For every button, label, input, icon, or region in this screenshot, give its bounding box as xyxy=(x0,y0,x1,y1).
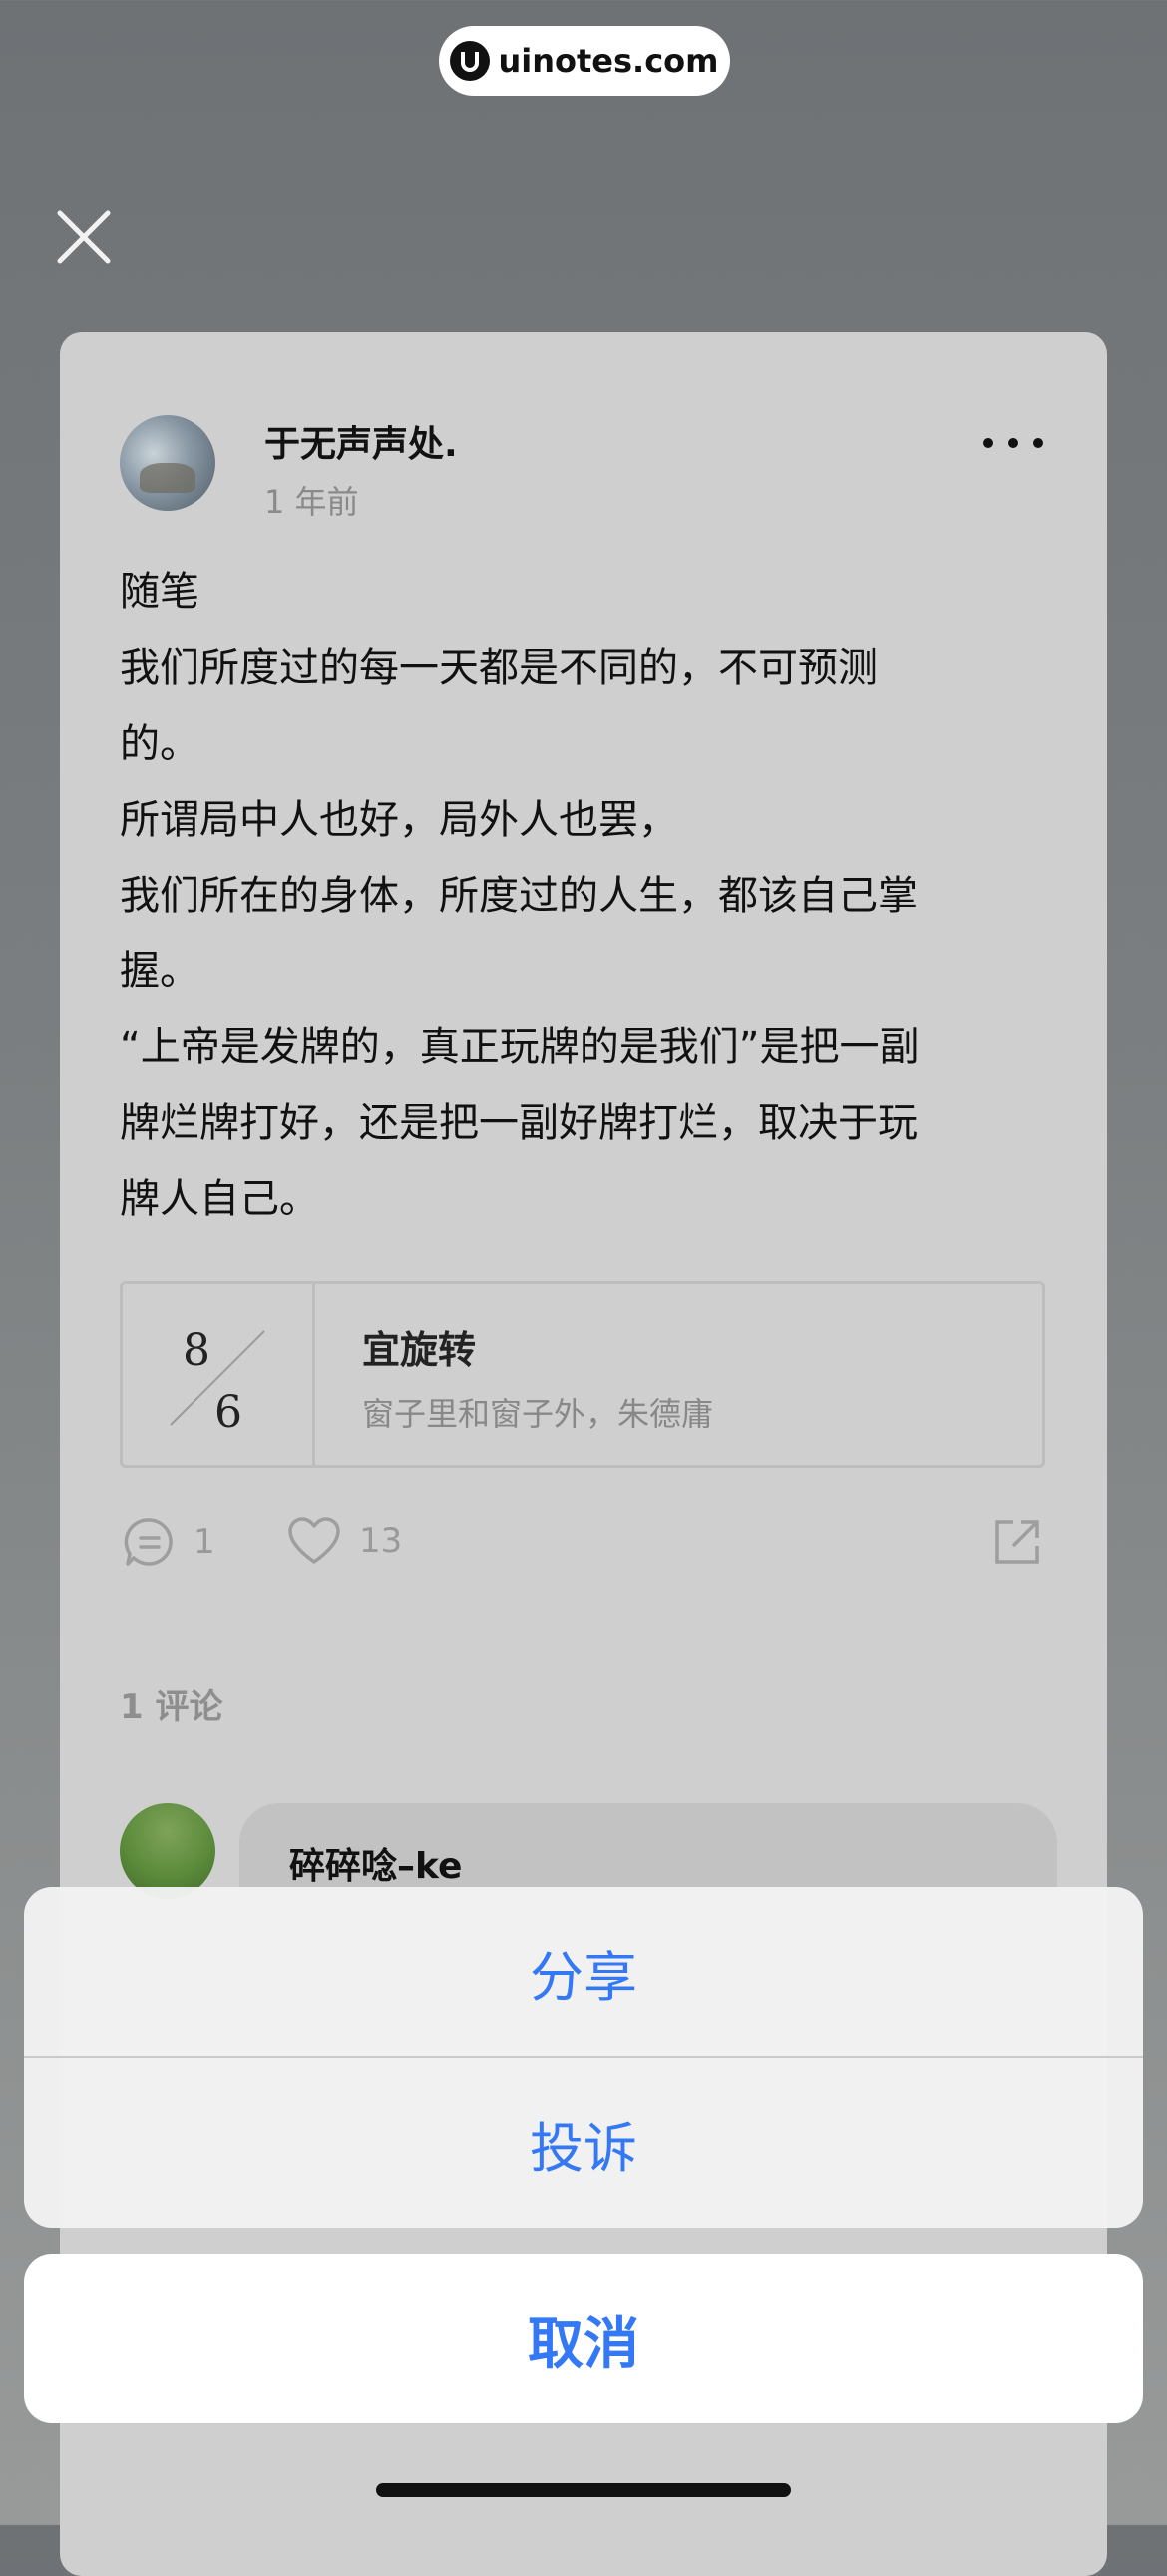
date-block: 8 6 xyxy=(123,1284,315,1465)
post-line: 握。 xyxy=(120,948,199,994)
comment-count: 1 xyxy=(194,1522,215,1562)
more-dot-icon xyxy=(1008,438,1018,448)
daily-card[interactable]: 8 6 宜旋转 窗子里和窗子外，朱德庸 xyxy=(120,1281,1045,1468)
like-button[interactable]: 13 xyxy=(287,1516,402,1566)
uinotes-logo-icon xyxy=(450,41,491,81)
more-dot-icon xyxy=(1033,438,1043,448)
post-line: 牌人自己。 xyxy=(120,1176,319,1222)
card-title: 宜旋转 xyxy=(362,1328,477,1372)
comments-header: 1 评论 xyxy=(120,1687,223,1727)
author-avatar[interactable] xyxy=(120,415,215,511)
post-line: 牌烂牌打好，还是把一副好牌打烂，取决于玩 xyxy=(120,1100,918,1146)
post-line: “上帝是发牌的，真正玩牌的是我们”是把一副 xyxy=(120,1024,920,1070)
commenter-name[interactable]: 碎碎唸–ke xyxy=(289,1837,462,1889)
post-line: 所谓局中人也好，局外人也罢， xyxy=(120,797,678,843)
post-line: 的。 xyxy=(120,721,199,767)
post-body: 随笔 我们所度过的每一天都是不同的，不可预测 的。 所谓局中人也好，局外人也罢，… xyxy=(120,554,1037,1237)
like-count: 13 xyxy=(359,1521,403,1561)
date-month: 8 xyxy=(183,1325,210,1376)
post-line: 我们所在的身体，所度过的人生，都该自己掌 xyxy=(120,873,918,919)
share-option[interactable]: 分享 xyxy=(24,1887,1143,2056)
post-actions: 1 13 xyxy=(120,1516,1047,1582)
share-button[interactable] xyxy=(991,1516,1043,1568)
watermark-text: uinotes.com xyxy=(498,42,719,80)
more-dot-icon xyxy=(983,438,993,448)
post-line: 我们所度过的每一天都是不同的，不可预测 xyxy=(120,645,878,691)
commenter-avatar[interactable] xyxy=(120,1803,215,1899)
watermark-badge: uinotes.com xyxy=(439,26,730,96)
report-option[interactable]: 投诉 xyxy=(24,2058,1143,2228)
date-day: 6 xyxy=(214,1387,242,1438)
more-options-button[interactable] xyxy=(983,423,1043,463)
close-icon xyxy=(57,210,111,264)
comment-icon xyxy=(124,1518,173,1566)
post-time: 1 年前 xyxy=(264,483,359,521)
author-name[interactable]: 于无声声处. xyxy=(264,415,458,467)
action-sheet: 分享 投诉 xyxy=(24,1887,1143,2228)
cancel-button[interactable]: 取消 xyxy=(24,2254,1143,2423)
post-line: 随笔 xyxy=(120,569,199,615)
heart-icon xyxy=(288,1517,340,1564)
home-indicator[interactable] xyxy=(376,2483,791,2497)
card-subtitle: 窗子里和窗子外，朱德庸 xyxy=(362,1395,714,1433)
close-button[interactable] xyxy=(52,205,116,269)
external-share-icon xyxy=(995,1520,1039,1564)
comment-button[interactable]: 1 xyxy=(124,1516,215,1568)
